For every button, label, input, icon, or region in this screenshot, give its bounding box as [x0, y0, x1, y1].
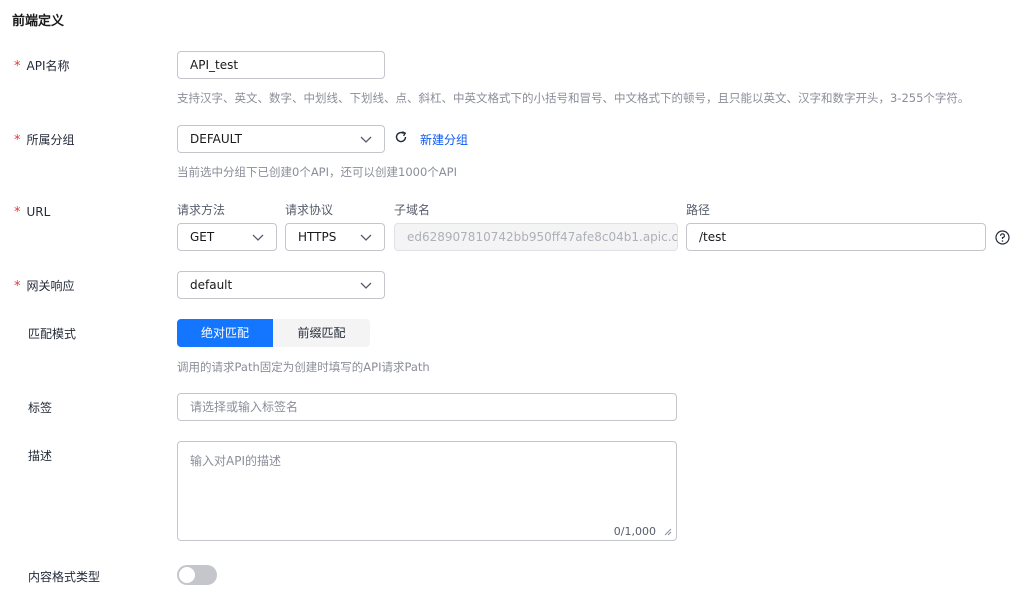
url-label: * URL — [14, 205, 50, 220]
api-name-label-text: API名称 — [26, 59, 70, 73]
tags-label: 标签 — [28, 401, 53, 415]
gateway-select-value: default — [190, 278, 233, 292]
url-label-text: URL — [26, 205, 51, 219]
required-mark: * — [14, 205, 21, 220]
match-option-absolute[interactable]: 绝对匹配 — [177, 319, 273, 347]
protocol-select[interactable]: HTTPS — [285, 223, 385, 251]
required-mark: * — [14, 279, 21, 294]
section-title: 前端定义 — [12, 14, 65, 29]
protocol-label: 请求协议 — [285, 203, 334, 217]
api-name-input[interactable]: API_test — [177, 51, 385, 79]
required-mark: * — [14, 133, 21, 148]
match-label: 匹配模式 — [28, 327, 77, 341]
tags-placeholder: 请选择或输入标签名 — [190, 400, 299, 414]
api-name-label: * API名称 — [14, 57, 70, 74]
resize-handle-icon[interactable] — [664, 528, 672, 536]
refresh-icon[interactable] — [393, 129, 409, 145]
match-mode-toggle: 绝对匹配 前缀匹配 — [177, 319, 370, 347]
desc-label: 描述 — [28, 449, 53, 463]
switch-knob — [179, 567, 195, 583]
new-group-link[interactable]: 新建分组 — [420, 131, 468, 148]
gateway-select[interactable]: default — [177, 271, 385, 299]
api-name-hint: 支持汉字、英文、数字、中划线、下划线、点、斜杠、中英文格式下的小括号和冒号、中文… — [177, 91, 970, 105]
method-select[interactable]: GET — [177, 223, 277, 251]
match-option-prefix[interactable]: 前缀匹配 — [273, 319, 370, 347]
content-type-label: 内容格式类型 — [28, 570, 101, 584]
gateway-label-text: 网关响应 — [26, 279, 75, 293]
method-select-value: GET — [190, 230, 215, 244]
match-hint: 调用的请求Path固定为创建时填写的API请求Path — [177, 360, 430, 374]
group-select[interactable]: DEFAULT — [177, 125, 385, 153]
method-label: 请求方法 — [177, 203, 226, 217]
path-input[interactable]: /test — [686, 223, 986, 251]
group-select-value: DEFAULT — [190, 132, 242, 146]
tags-input[interactable]: 请选择或输入标签名 — [177, 393, 677, 421]
chevron-down-icon — [360, 234, 372, 241]
chevron-down-icon — [360, 136, 372, 143]
group-label-text: 所属分组 — [26, 133, 75, 147]
subdomain-label: 子域名 — [394, 203, 431, 217]
group-hint: 当前选中分组下已创建0个API，还可以创建1000个API — [177, 165, 457, 179]
content-type-switch[interactable] — [177, 565, 217, 585]
chevron-down-icon — [360, 282, 372, 289]
desc-textarea[interactable]: 输入对API的描述 0/1,000 — [177, 441, 677, 541]
protocol-select-value: HTTPS — [298, 230, 337, 244]
chevron-down-icon — [252, 234, 264, 241]
char-counter: 0/1,000 — [613, 525, 656, 538]
subdomain-input: ed628907810742bb950ff47afe8c04b1.apic.cn… — [394, 223, 678, 251]
help-icon[interactable] — [994, 229, 1010, 245]
gateway-label: * 网关响应 — [14, 277, 75, 294]
required-mark: * — [14, 59, 21, 74]
path-label: 路径 — [686, 203, 711, 217]
group-label: * 所属分组 — [14, 131, 75, 148]
desc-placeholder: 输入对API的描述 — [190, 454, 281, 468]
